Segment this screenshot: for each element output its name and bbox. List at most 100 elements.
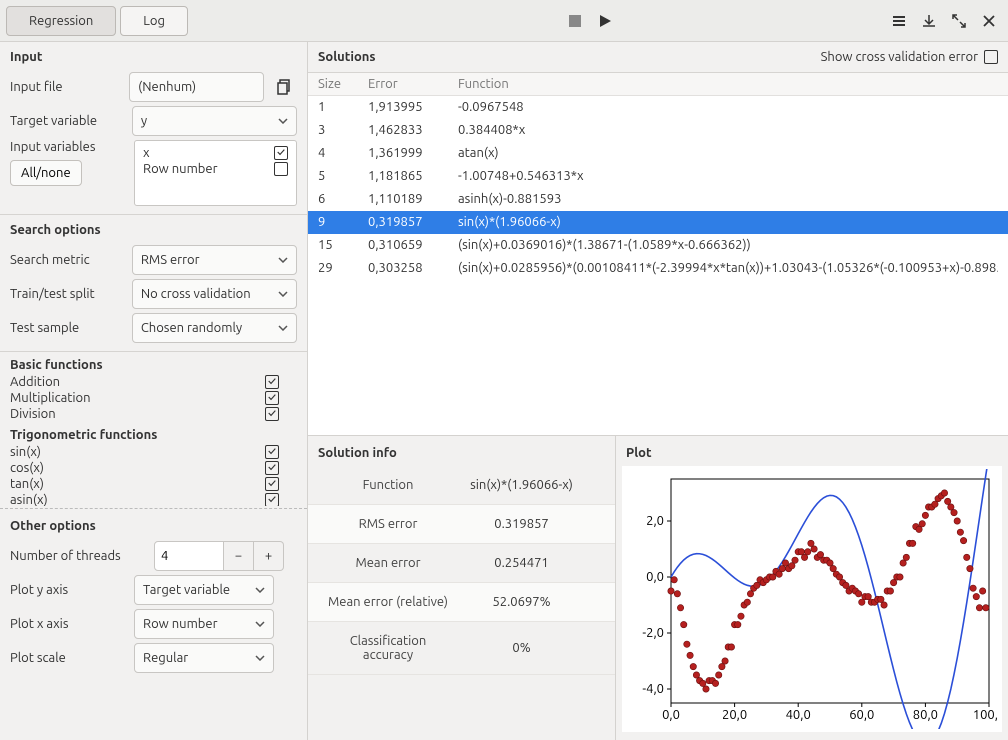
ploty-combo[interactable]: Target variable [134, 575, 274, 605]
stop-icon [568, 14, 582, 28]
svg-text:0,0: 0,0 [646, 570, 664, 584]
svg-text:100,0: 100,0 [973, 708, 997, 722]
expand-icon [952, 14, 966, 28]
var-x-checkbox[interactable] [274, 146, 288, 160]
info-row: Mean error (relative)52.0697% [308, 583, 615, 622]
browse-button[interactable] [272, 74, 297, 100]
chevron-down-icon [255, 655, 265, 661]
search-metric-combo[interactable]: RMS error [132, 245, 297, 275]
sidebar: Input Input file (Nenhum) Target variabl… [0, 42, 308, 740]
table-row[interactable]: 31,4628330.384408*x [308, 119, 1008, 142]
table-row[interactable]: 150,310659(sin(x)+0.0369016)*(1.38671-(1… [308, 234, 1008, 257]
fn-tan-checkbox[interactable] [265, 477, 279, 491]
threads-plus[interactable]: + [254, 541, 284, 571]
info-row: RMS error0.319857 [308, 505, 615, 544]
test-sample-combo[interactable]: Chosen randomly [132, 313, 297, 343]
plotscale-combo[interactable]: Regular [134, 643, 274, 673]
svg-text:40,0: 40,0 [786, 708, 811, 722]
test-sample-label: Test sample [10, 321, 124, 335]
play-icon [598, 14, 612, 28]
trig-functions-title: Trigonometric functions [0, 422, 307, 444]
plot-panel: Plot -4,0 -2,0 0,0 2,0 0,0 20,0 40,0 60,0 80,0 10… [616, 436, 1008, 740]
table-row[interactable]: 41,361999atan(x) [308, 142, 1008, 165]
info-row: Mean error0.254471 [308, 544, 615, 583]
table-row[interactable]: 90,319857sin(x)*(1.96066-x) [308, 211, 1008, 234]
other-options-title: Other options [0, 511, 307, 539]
input-variables-list[interactable]: x Row number [134, 140, 297, 206]
ploty-label: Plot y axis [10, 583, 126, 597]
show-cv-label: Show cross validation error [821, 50, 978, 64]
split-label: Train/test split [10, 287, 124, 301]
plotx-combo[interactable]: Row number [134, 609, 274, 639]
var-rownum-checkbox[interactable] [274, 162, 288, 176]
fn-asin-checkbox[interactable] [265, 493, 279, 506]
table-row[interactable]: 11,913995-0.0967548 [308, 96, 1008, 119]
solutions-panel: Solutions Show cross validation error Si… [308, 42, 1008, 435]
split-combo[interactable]: No cross validation [132, 279, 297, 309]
chevron-down-icon [255, 621, 265, 627]
download-button[interactable] [916, 8, 942, 34]
expand-button[interactable] [946, 8, 972, 34]
info-row: Classification accuracy0% [308, 622, 615, 675]
solutions-table: Size Error Function 11,913995-0.09675483… [308, 72, 1008, 435]
fn-sin: sin(x) [10, 445, 41, 459]
col-error-header[interactable]: Error [368, 77, 458, 91]
fn-asin: asin(x) [10, 493, 48, 506]
input-title: Input [0, 42, 307, 70]
svg-text:20,0: 20,0 [722, 708, 747, 722]
table-row[interactable]: 290,303258(sin(x)+0.0285956)*(0.00108411… [308, 257, 1008, 280]
var-x: x [143, 146, 150, 160]
table-row[interactable]: 51,181865-1.00748+0.546313*x [308, 165, 1008, 188]
fn-div-checkbox[interactable] [265, 407, 279, 421]
target-variable-combo[interactable]: y [132, 106, 297, 136]
info-row: Functionsin(x)*(1.96066-x) [308, 466, 615, 505]
fn-sin-checkbox[interactable] [265, 445, 279, 459]
svg-text:80,0: 80,0 [913, 708, 938, 722]
col-size-header[interactable]: Size [318, 77, 368, 91]
fn-mult: Multiplication [10, 391, 91, 405]
solution-info-title: Solution info [308, 436, 615, 466]
input-variables-label: Input variables [10, 140, 126, 154]
fn-mult-checkbox[interactable] [265, 391, 279, 405]
allnone-button[interactable]: All/none [10, 160, 82, 186]
chevron-down-icon [278, 325, 288, 331]
threads-minus[interactable]: − [224, 541, 254, 571]
copy-icon [277, 79, 293, 95]
svg-text:2,0: 2,0 [646, 514, 664, 528]
plot-title: Plot [616, 436, 1008, 464]
chevron-down-icon [278, 291, 288, 297]
menu-button[interactable] [886, 8, 912, 34]
stop-button[interactable] [562, 8, 588, 34]
svg-text:0,0: 0,0 [662, 708, 680, 722]
tab-regression[interactable]: Regression [6, 6, 116, 36]
svg-text:60,0: 60,0 [849, 708, 874, 722]
svg-text:-2,0: -2,0 [642, 626, 664, 640]
fn-cos-checkbox[interactable] [265, 461, 279, 475]
input-file-combo[interactable]: (Nenhum) [129, 72, 264, 102]
threads-input[interactable] [154, 541, 224, 571]
main-toolbar: Regression Log [0, 0, 1008, 42]
fn-addition-checkbox[interactable] [265, 375, 279, 389]
col-function-header[interactable]: Function [458, 77, 998, 91]
show-cv-checkbox[interactable] [984, 50, 998, 64]
target-variable-label: Target variable [10, 114, 124, 128]
basic-functions-title: Basic functions [0, 352, 307, 374]
plotx-label: Plot x axis [10, 617, 126, 631]
input-file-label: Input file [10, 80, 121, 94]
fn-tan: tan(x) [10, 477, 44, 491]
close-button[interactable] [976, 8, 1002, 34]
var-rownum: Row number [143, 162, 218, 176]
plot-area: -4,0 -2,0 0,0 2,0 0,0 20,0 40,0 60,0 80,0 100,0 [622, 466, 1002, 732]
threads-label: Number of threads [10, 549, 146, 563]
table-row[interactable]: 61,110189asinh(x)-0.881593 [308, 188, 1008, 211]
threads-stepper[interactable]: − + [154, 541, 284, 571]
solutions-title: Solutions [318, 50, 376, 64]
close-icon [982, 14, 996, 28]
tab-log[interactable]: Log [120, 6, 188, 36]
fn-addition: Addition [10, 375, 60, 389]
svg-text:-4,0: -4,0 [642, 682, 664, 696]
play-button[interactable] [592, 8, 618, 34]
chevron-down-icon [255, 587, 265, 593]
fn-div: Division [10, 407, 56, 421]
solution-info-panel: Solution info Functionsin(x)*(1.96066-x)… [308, 436, 616, 740]
